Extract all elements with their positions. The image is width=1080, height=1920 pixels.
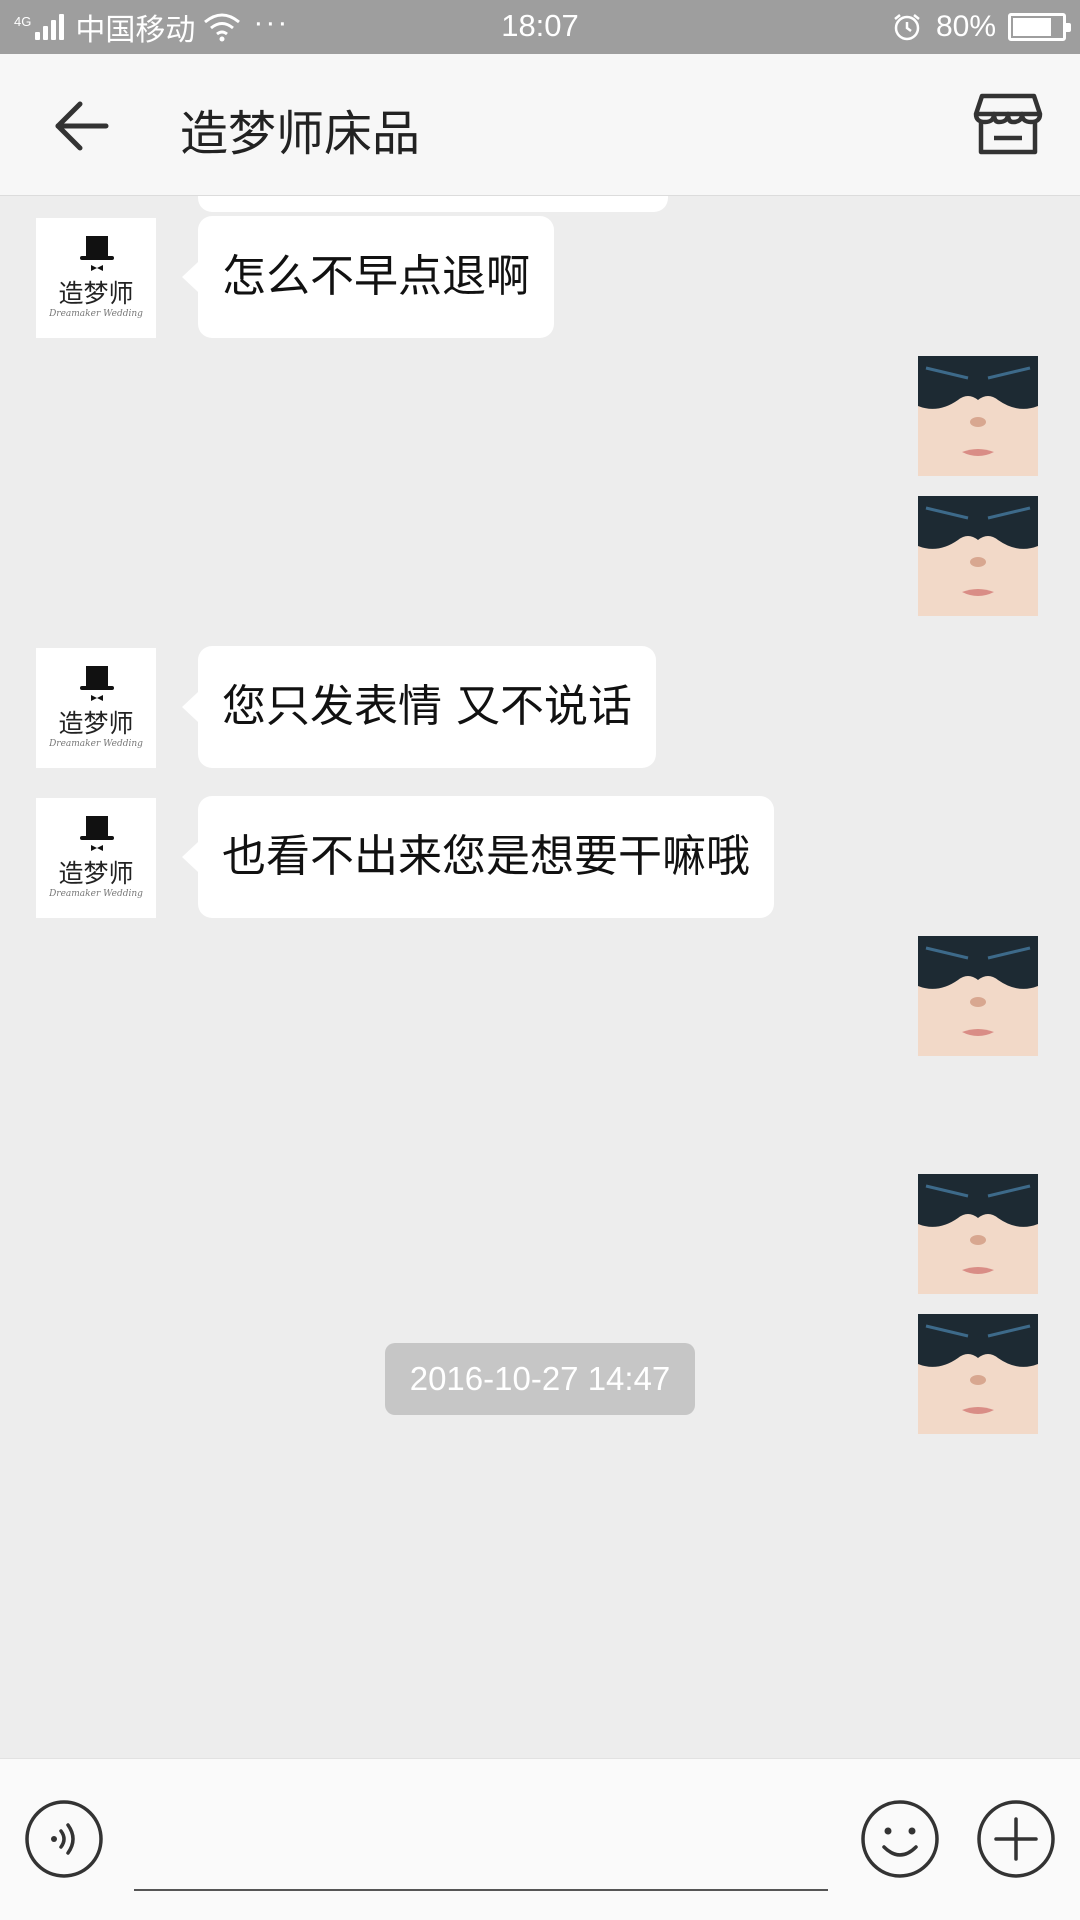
top-hat-logo-icon bbox=[80, 666, 114, 701]
arrow-left-icon bbox=[55, 101, 109, 151]
store-button[interactable] bbox=[972, 88, 1044, 160]
alarm-icon bbox=[894, 14, 920, 41]
emoji-icon bbox=[861, 1800, 939, 1878]
user-avatar[interactable] bbox=[918, 356, 1038, 476]
status-bar: 4G 中国移动 ··· 18:07 80% bbox=[0, 0, 1080, 54]
back-button[interactable] bbox=[50, 98, 112, 154]
shop-avatar[interactable]: 造梦师 Dreamaker Wedding bbox=[36, 798, 156, 918]
user-avatar[interactable] bbox=[918, 936, 1038, 1056]
user-avatar[interactable] bbox=[918, 496, 1038, 616]
received-message-bubble[interactable]: 也看不出来您是想要干嘛哦 bbox=[182, 796, 774, 918]
status-right: 80% bbox=[892, 8, 1071, 46]
brand-logo-subtext: Dreamaker Wedding bbox=[48, 309, 143, 319]
brand-logo-subtext: Dreamaker Wedding bbox=[48, 739, 143, 749]
user-photo-icon bbox=[918, 356, 1038, 476]
battery-icon bbox=[1008, 13, 1071, 41]
emoji-button[interactable] bbox=[860, 1799, 940, 1879]
user-photo-icon bbox=[918, 1174, 1038, 1294]
user-avatar[interactable] bbox=[918, 1174, 1038, 1294]
received-message-bubble[interactable]: 您只发表情 又不说话 bbox=[182, 646, 656, 768]
user-photo-icon bbox=[918, 496, 1038, 616]
message-timestamp: 2016-10-27 14:47 bbox=[385, 1343, 695, 1415]
brand-logo-text: 造梦师 bbox=[58, 709, 133, 738]
store-icon bbox=[973, 93, 1043, 155]
partial-message-bubble bbox=[198, 196, 668, 212]
brand-logo-text: 造梦师 bbox=[58, 279, 133, 308]
top-hat-logo-icon bbox=[80, 236, 114, 271]
shop-avatar[interactable]: 造梦师 Dreamaker Wedding bbox=[36, 218, 156, 338]
battery-percent: 80% bbox=[935, 10, 996, 43]
user-photo-icon bbox=[918, 936, 1038, 1056]
top-hat-logo-icon bbox=[80, 816, 114, 851]
chat-header: 造梦师床品 bbox=[0, 54, 1080, 196]
more-button[interactable] bbox=[976, 1799, 1056, 1879]
user-avatar[interactable] bbox=[918, 1314, 1038, 1434]
user-photo-icon bbox=[918, 1314, 1038, 1434]
input-bar bbox=[0, 1758, 1080, 1920]
received-message-bubble[interactable]: 怎么不早点退啊 bbox=[182, 216, 554, 338]
brand-logo-text: 造梦师 bbox=[58, 859, 133, 888]
voice-button[interactable] bbox=[24, 1799, 104, 1879]
brand-logo-subtext: Dreamaker Wedding bbox=[48, 889, 143, 899]
chat-area: 造梦师Dreamaker Wedding怎么不早点退啊我之前就有联系过你们你们没… bbox=[0, 196, 1080, 1758]
page-title: 造梦师床品 bbox=[180, 106, 421, 162]
voice-icon bbox=[25, 1800, 103, 1878]
message-input[interactable] bbox=[134, 1811, 828, 1891]
shop-avatar[interactable]: 造梦师 Dreamaker Wedding bbox=[36, 648, 156, 768]
plus-icon bbox=[977, 1800, 1055, 1878]
